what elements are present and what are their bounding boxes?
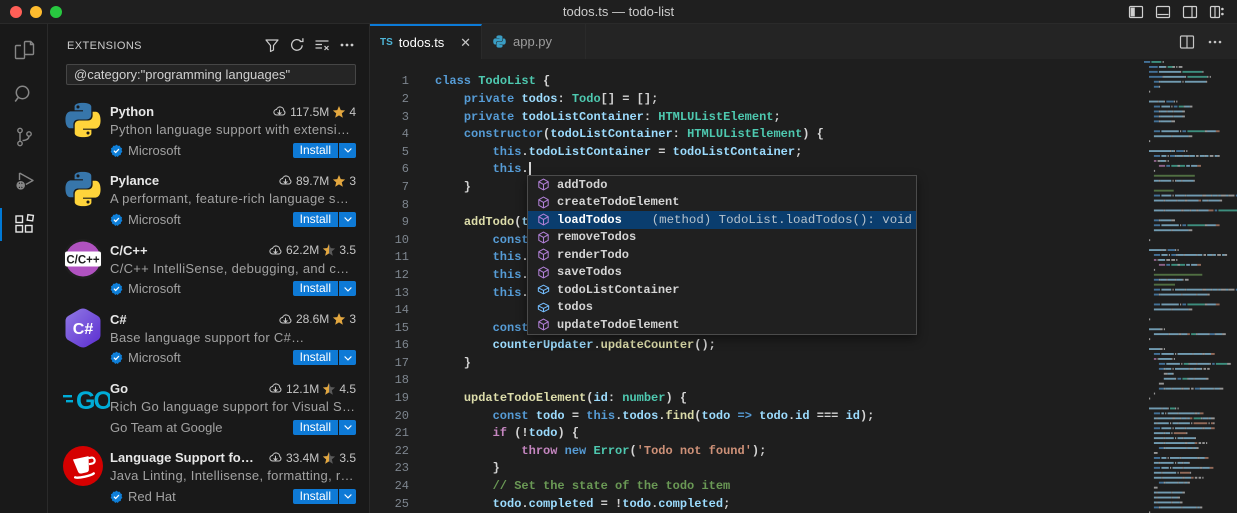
svg-text:C#: C# bbox=[73, 321, 94, 338]
svg-text:C/C++: C/C++ bbox=[66, 254, 100, 266]
svg-text:GO: GO bbox=[76, 387, 110, 415]
